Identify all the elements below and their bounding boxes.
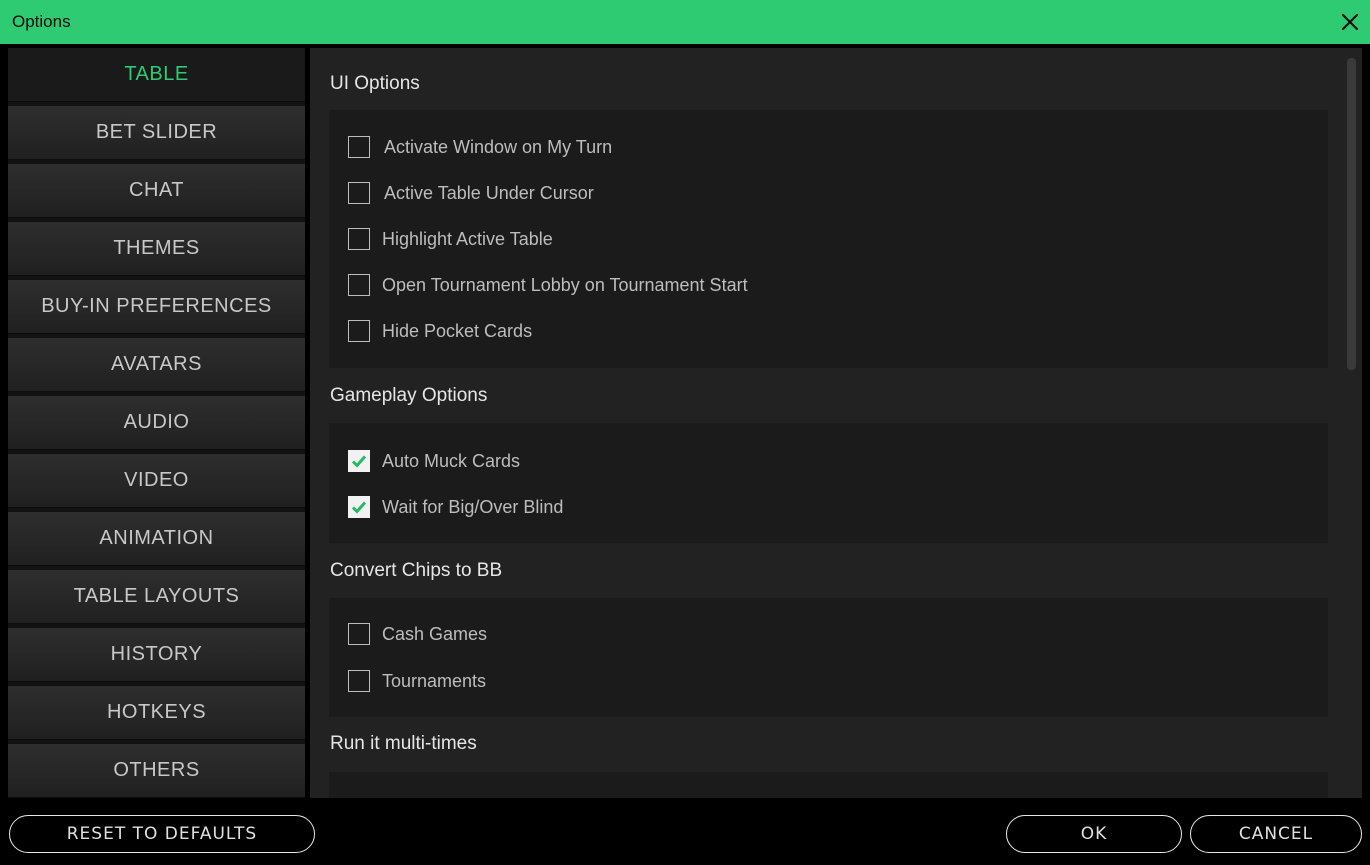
option-label: Tournaments (382, 670, 487, 691)
option-open-tournament-lobby[interactable]: Open Tournament Lobby on Tournament Star… (348, 272, 748, 298)
checkbox[interactable] (348, 182, 370, 204)
ui-options-panel: Activate Window on My Turn Active Table … (329, 110, 1328, 368)
close-button[interactable] (1330, 0, 1370, 44)
sidebar-item-hotkeys[interactable]: HOTKEYS (8, 686, 305, 740)
option-activate-window[interactable]: Activate Window on My Turn (348, 134, 612, 160)
checkbox[interactable] (348, 320, 370, 342)
checkbox[interactable] (348, 274, 370, 296)
cancel-button[interactable]: CANCEL (1190, 815, 1362, 853)
sidebar-item-bet-slider[interactable]: BET SLIDER (8, 106, 305, 160)
sidebar-item-animation[interactable]: ANIMATION (8, 512, 305, 566)
checkmark-icon (351, 455, 367, 468)
options-content: UI Options Activate Window on My Turn Ac… (310, 48, 1362, 798)
option-label: Active Table Under Cursor (384, 182, 594, 203)
checkbox[interactable] (348, 228, 370, 250)
section-title-convert-chips: Convert Chips to BB (330, 560, 503, 581)
checkbox[interactable] (348, 136, 370, 158)
close-icon (1341, 13, 1359, 31)
option-label: Hide Pocket Cards (382, 320, 533, 341)
checkbox[interactable] (348, 450, 370, 472)
scrollbar-thumb[interactable] (1347, 58, 1356, 370)
option-label: Highlight Active Table (382, 228, 553, 249)
option-label: Auto Muck Cards (382, 450, 521, 471)
option-auto-muck-cards[interactable]: Auto Muck Cards (348, 448, 520, 474)
section-title-ui-options: UI Options (330, 73, 420, 94)
sidebar-item-chat[interactable]: CHAT (8, 164, 305, 218)
option-label: Open Tournament Lobby on Tournament Star… (382, 274, 748, 295)
sidebar-item-themes[interactable]: THEMES (8, 222, 305, 276)
sidebar-item-history[interactable]: HISTORY (8, 628, 305, 682)
sidebar-nav: TABLE BET SLIDER CHAT THEMES BUY-IN PREF… (8, 48, 305, 798)
checkbox[interactable] (348, 496, 370, 518)
option-hide-pocket-cards[interactable]: Hide Pocket Cards (348, 318, 532, 344)
run-it-multi-times-panel (329, 772, 1328, 798)
ok-button[interactable]: OK (1006, 815, 1182, 853)
option-wait-for-big-blind[interactable]: Wait for Big/Over Blind (348, 494, 563, 520)
checkbox[interactable] (348, 623, 370, 645)
sidebar-item-buy-in-preferences[interactable]: BUY-IN PREFERENCES (8, 280, 305, 334)
section-title-run-it-multi-times: Run it multi-times (330, 733, 477, 754)
reset-to-defaults-button[interactable]: RESET TO DEFAULTS (9, 815, 315, 853)
option-active-table-under-cursor[interactable]: Active Table Under Cursor (348, 180, 594, 206)
option-label: Activate Window on My Turn (384, 136, 613, 157)
gameplay-options-panel: Auto Muck Cards Wait for Big/Over Blind (329, 423, 1328, 543)
checkmark-icon (351, 501, 367, 514)
title-bar: Options (0, 0, 1370, 44)
window-title: Options (12, 12, 71, 31)
option-cash-games[interactable]: Cash Games (348, 621, 487, 647)
sidebar-item-table-layouts[interactable]: TABLE LAYOUTS (8, 570, 305, 624)
sidebar-item-table[interactable]: TABLE (8, 48, 305, 102)
sidebar-item-others[interactable]: OTHERS (8, 744, 305, 798)
option-label: Wait for Big/Over Blind (382, 496, 564, 517)
sidebar-item-audio[interactable]: AUDIO (8, 396, 305, 450)
section-title-gameplay-options: Gameplay Options (330, 385, 488, 406)
option-tournaments[interactable]: Tournaments (348, 668, 486, 694)
sidebar-item-video[interactable]: VIDEO (8, 454, 305, 508)
option-highlight-active-table[interactable]: Highlight Active Table (348, 226, 553, 252)
convert-chips-panel: Cash Games Tournaments (329, 598, 1328, 717)
checkbox[interactable] (348, 670, 370, 692)
sidebar-item-avatars[interactable]: AVATARS (8, 338, 305, 392)
option-label: Cash Games (382, 623, 488, 644)
